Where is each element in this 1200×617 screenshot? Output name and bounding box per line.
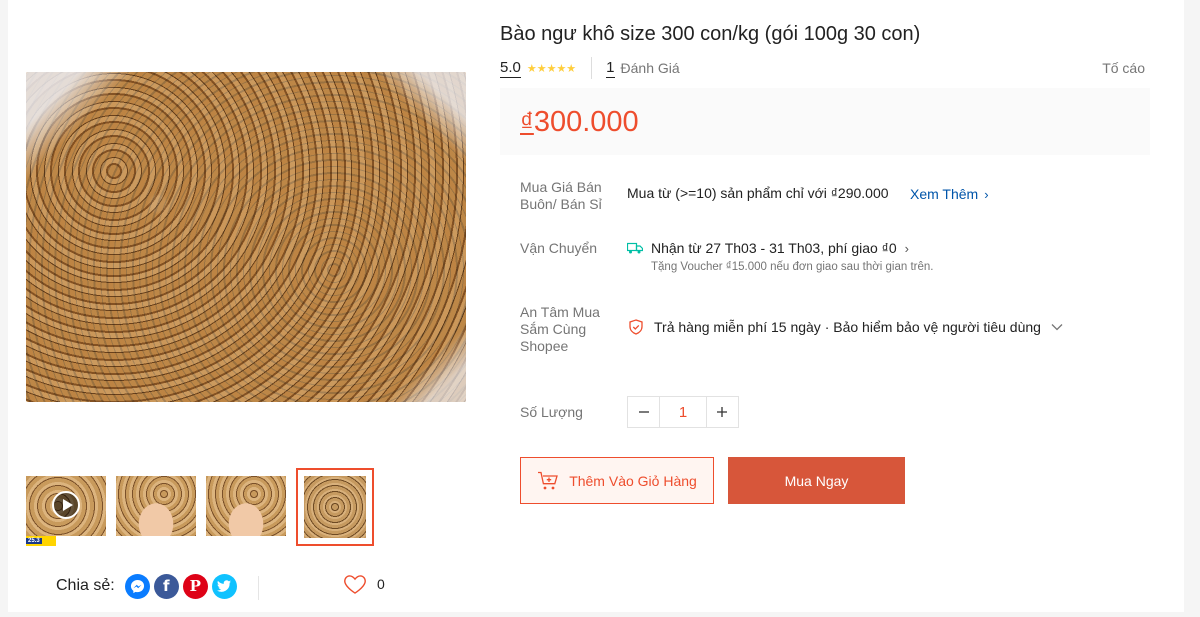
product-main-image[interactable] <box>26 72 466 402</box>
facebook-icon[interactable]: f <box>153 573 179 599</box>
play-icon[interactable] <box>52 491 80 519</box>
wholesale-label: Mua Giá Bán Buôn/ Bán Sỉ <box>520 179 602 212</box>
messenger-icon[interactable] <box>124 573 150 599</box>
quantity-stepper: 1 <box>627 396 739 428</box>
date-badge: 25.3 <box>26 536 56 546</box>
add-to-cart-button[interactable]: Thêm Vào Giỏ Hàng <box>520 457 714 504</box>
plus-icon <box>717 407 728 417</box>
chevron-down-icon <box>1051 324 1063 331</box>
chevron-right-icon: › <box>904 240 909 256</box>
decrease-button[interactable] <box>628 397 659 427</box>
shield-icon <box>629 319 643 335</box>
share-label: Chia sẻ: <box>56 577 115 594</box>
see-more-label[interactable]: Xem Thêm <box>910 186 978 202</box>
cart-plus-icon <box>538 471 559 489</box>
price-value: 300.000 <box>533 106 639 138</box>
share-row: Chia sẻ: f P <box>56 572 237 600</box>
shipping-voucher-note: Tặng Voucher ₫15.000 nếu đơn giao sau th… <box>651 261 934 273</box>
price-box: ₫300.000 <box>500 88 1150 155</box>
pinterest-icon[interactable]: P <box>182 573 208 599</box>
quantity-label: Số Lượng <box>520 404 583 420</box>
like-count: 0 <box>377 576 385 592</box>
product-title: Bào ngư khô size 300 con/kg (gói 100g 30… <box>500 23 921 45</box>
review-count[interactable]: 1 <box>606 59 615 78</box>
like-button[interactable]: 0 <box>343 574 385 594</box>
thumbnail-video[interactable] <box>26 476 106 536</box>
rating-score[interactable]: 5.0 <box>500 59 521 78</box>
add-to-cart-label: Thêm Vào Giỏ Hàng <box>569 472 697 489</box>
guarantee-text: Trả hàng miễn phí 15 ngày · Bảo hiểm bảo… <box>654 319 1041 335</box>
thumbnail-image-selected[interactable] <box>296 468 374 546</box>
buy-now-button[interactable]: Mua Ngay <box>728 457 905 504</box>
currency-symbol: ₫ <box>520 107 534 137</box>
report-link[interactable]: Tố cáo <box>1102 60 1145 76</box>
guarantee-label: An Tâm Mua Sắm Cùng Shopee <box>520 304 600 354</box>
rating-row: 5.0 ★★★★★ 1 Đánh Giá Tố cáo <box>500 57 1145 79</box>
shipping-text: Nhận từ 27 Th03 - 31 Th03, phí giao ₫0 <box>651 240 897 256</box>
thumbnail-image[interactable] <box>116 476 196 536</box>
divider <box>258 576 259 600</box>
shipping-info[interactable]: Nhận từ 27 Th03 - 31 Th03, phí giao ₫0 › <box>627 240 909 256</box>
review-label: Đánh Giá <box>620 60 680 76</box>
heart-icon[interactable] <box>343 574 367 594</box>
truck-icon <box>627 242 643 254</box>
rating-stars-icon: ★★★★★ <box>526 62 577 75</box>
see-more-link[interactable]: Xem Thêm › <box>910 186 989 202</box>
minus-icon <box>638 411 649 413</box>
wholesale-text: Mua từ (>=10) sản phẩm chỉ với ₫290.000 <box>627 185 889 201</box>
chevron-right-icon: › <box>984 186 989 202</box>
increase-button[interactable] <box>707 397 738 427</box>
thumbnail-image[interactable] <box>206 476 286 536</box>
shipping-label: Vận Chuyển <box>520 240 598 256</box>
divider <box>591 57 593 79</box>
twitter-icon[interactable] <box>211 573 237 599</box>
guarantee-info[interactable]: Trả hàng miễn phí 15 ngày · Bảo hiểm bảo… <box>628 319 1063 335</box>
quantity-input[interactable]: 1 <box>659 397 707 427</box>
product-price: ₫300.000 <box>520 106 639 139</box>
